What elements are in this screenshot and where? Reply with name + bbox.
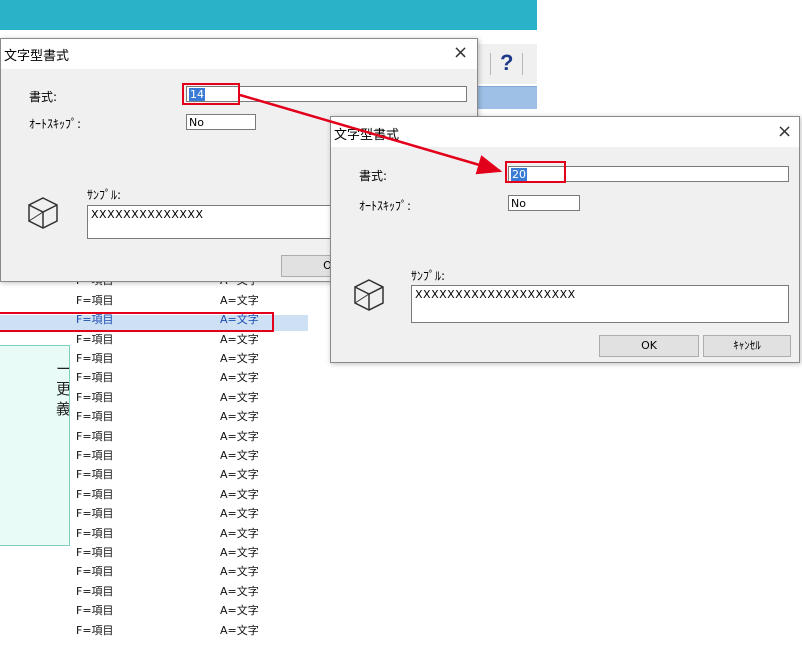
change-arrow-icon [239, 93, 503, 175]
